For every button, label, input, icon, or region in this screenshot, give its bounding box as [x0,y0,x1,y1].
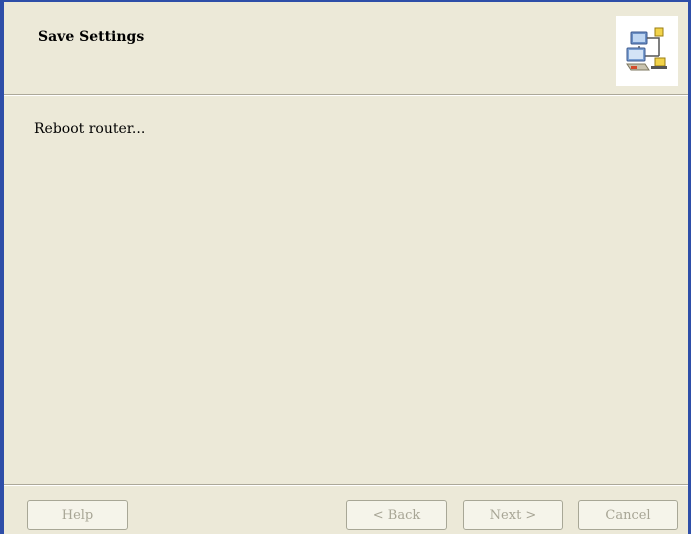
help-button[interactable]: Help [27,500,128,530]
cancel-button[interactable]: Cancel [578,500,678,530]
page-title: Save Settings [38,29,145,45]
next-button[interactable]: Next > [463,500,563,530]
back-button[interactable]: < Back [346,500,447,530]
network-computers-icon-graphic [626,27,667,71]
status-message: Reboot router... [34,121,146,137]
header-divider [4,94,688,96]
wizard-header: Save Settings [4,2,688,92]
wizard-window: Save Settings Reboot router... Help < Ba… [0,0,691,534]
network-computers-icon [616,16,678,86]
footer-divider [4,484,688,486]
